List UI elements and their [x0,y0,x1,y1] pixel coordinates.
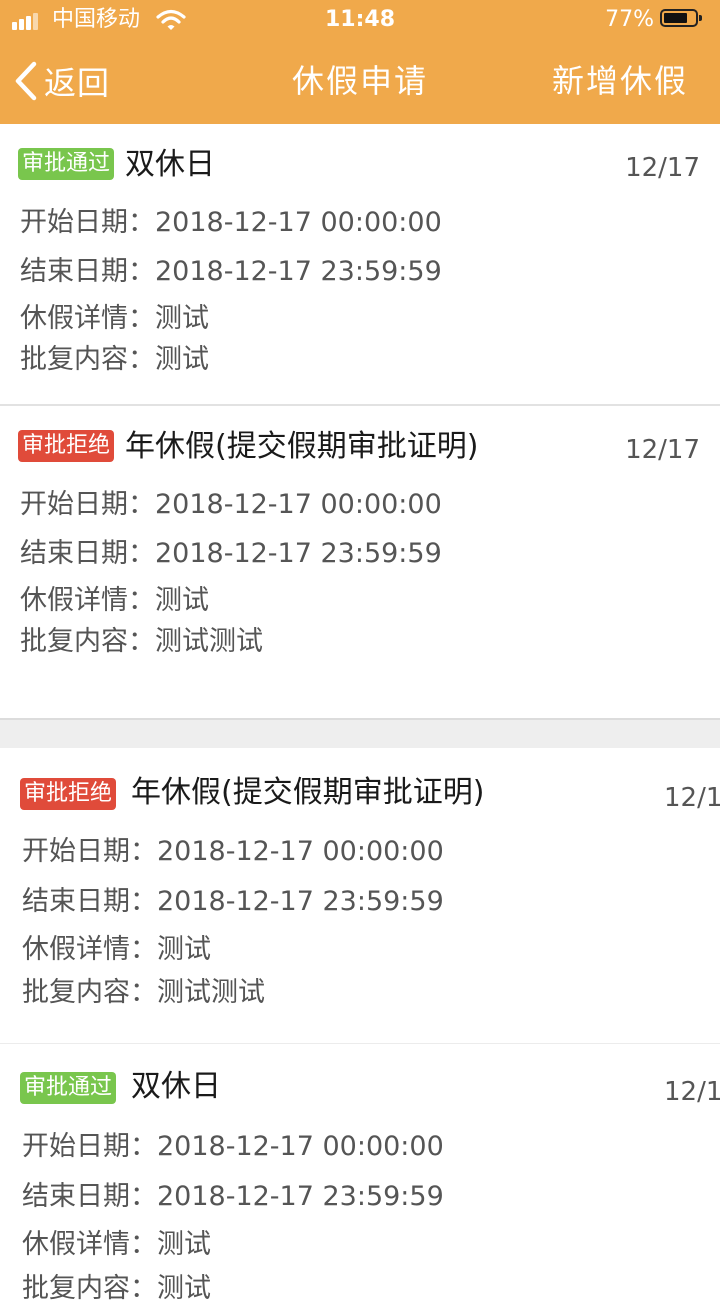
leave-request-card[interactable]: 审批通过 双休日 12/17 开始日期：2018-12-17 00:00:00 … [0,1044,720,1304]
end-date-value: 2018-12-17 23:59:59 [157,1181,444,1212]
leave-type: 年休假(提交假期审批证明) [131,775,485,810]
end-date-label: 结束日期： [22,886,157,917]
battery-icon [660,9,702,27]
detail-value: 测试 [155,585,209,616]
end-date-row: 结束日期：2018-12-17 23:59:59 [20,535,442,573]
start-date-label: 开始日期： [20,489,155,520]
reply-row: 批复内容：测试 [20,341,209,379]
start-date-label: 开始日期： [22,1131,157,1162]
detail-row: 休假详情：测试 [22,931,211,969]
battery-percent: 77% [605,7,654,32]
back-button[interactable]: 返回 [14,58,110,104]
detail-row: 休假详情：测试 [20,300,209,338]
start-date-row: 开始日期：2018-12-17 00:00:00 [20,486,442,524]
reply-label: 批复内容： [20,344,155,375]
start-date-row: 开始日期：2018-12-17 00:00:00 [22,833,444,871]
page-title: 休假申请 [291,62,428,100]
reply-label: 批复内容： [20,626,155,657]
end-date-label: 结束日期： [20,538,155,569]
end-date-row: 结束日期：2018-12-17 23:59:59 [22,1178,444,1216]
start-date-value: 2018-12-17 00:00:00 [155,489,442,520]
reply-row: 批复内容：测试测试 [20,623,263,661]
start-date-label: 开始日期： [20,207,155,238]
start-date-value: 2018-12-17 00:00:00 [155,207,442,238]
start-date-row: 开始日期：2018-12-17 00:00:00 [22,1128,444,1166]
app-header: 中国移动 11:48 77% 返回 休假申请 新增休假 [0,0,720,124]
start-date-value: 2018-12-17 00:00:00 [157,1131,444,1162]
end-date-value: 2018-12-17 23:59:59 [155,538,442,569]
reply-value: 测试 [155,344,209,375]
start-date-value: 2018-12-17 00:00:00 [157,836,444,867]
status-badge: 审批通过 [20,1072,117,1104]
detail-value: 测试 [155,303,209,334]
reply-value: 测试测试 [157,977,265,1008]
status-badge: 审批通过 [18,148,115,180]
detail-label: 休假详情： [20,303,155,334]
request-date: 12/17 [664,783,720,813]
detail-label: 休假详情： [20,585,155,616]
start-date-row: 开始日期：2018-12-17 00:00:00 [20,204,442,242]
reply-value: 测试测试 [155,626,263,657]
end-date-label: 结束日期： [22,1181,157,1212]
reply-label: 批复内容： [22,977,157,1008]
status-badge: 审批拒绝 [18,430,115,462]
end-date-row: 结束日期：2018-12-17 23:59:59 [20,253,442,291]
nav-bar: 返回 休假申请 新增休假 [0,40,720,124]
detail-value: 测试 [157,1229,211,1260]
leave-request-card[interactable]: 审批通过 双休日 12/17 开始日期：2018-12-17 00:00:00 … [0,124,720,406]
reply-row: 批复内容：测试 [22,1270,211,1308]
end-date-value: 2018-12-17 23:59:59 [155,256,442,287]
reply-label: 批复内容： [22,1273,157,1304]
back-label: 返回 [44,64,111,102]
leave-type: 双休日 [131,1069,221,1104]
status-badge: 审批拒绝 [20,778,117,810]
request-date: 12/17 [625,435,700,465]
status-bar: 中国移动 11:48 77% [0,0,720,40]
detail-row: 休假详情：测试 [22,1226,211,1264]
start-date-label: 开始日期： [22,836,157,867]
detail-label: 休假详情： [22,934,157,965]
end-date-row: 结束日期：2018-12-17 23:59:59 [22,883,444,921]
end-date-value: 2018-12-17 23:59:59 [157,886,444,917]
detail-value: 测试 [157,934,211,965]
leave-type: 年休假(提交假期审批证明) [125,429,479,464]
section-gap [0,718,720,748]
reply-value: 测试 [157,1273,211,1304]
request-date: 12/17 [664,1077,720,1107]
request-date: 12/17 [625,153,700,183]
add-leave-button[interactable]: 新增休假 [552,58,688,104]
end-date-label: 结束日期： [20,256,155,287]
detail-row: 休假详情：测试 [20,582,209,620]
chevron-left-icon [15,61,37,101]
detail-label: 休假详情： [22,1229,157,1260]
leave-type: 双休日 [125,147,215,182]
reply-row: 批复内容：测试测试 [22,974,265,1012]
leave-request-card[interactable]: 审批拒绝 年休假(提交假期审批证明) 12/17 开始日期：2018-12-17… [0,406,720,718]
leave-request-card[interactable]: 审批拒绝 年休假(提交假期审批证明) 12/17 开始日期：2018-12-17… [0,748,720,1044]
